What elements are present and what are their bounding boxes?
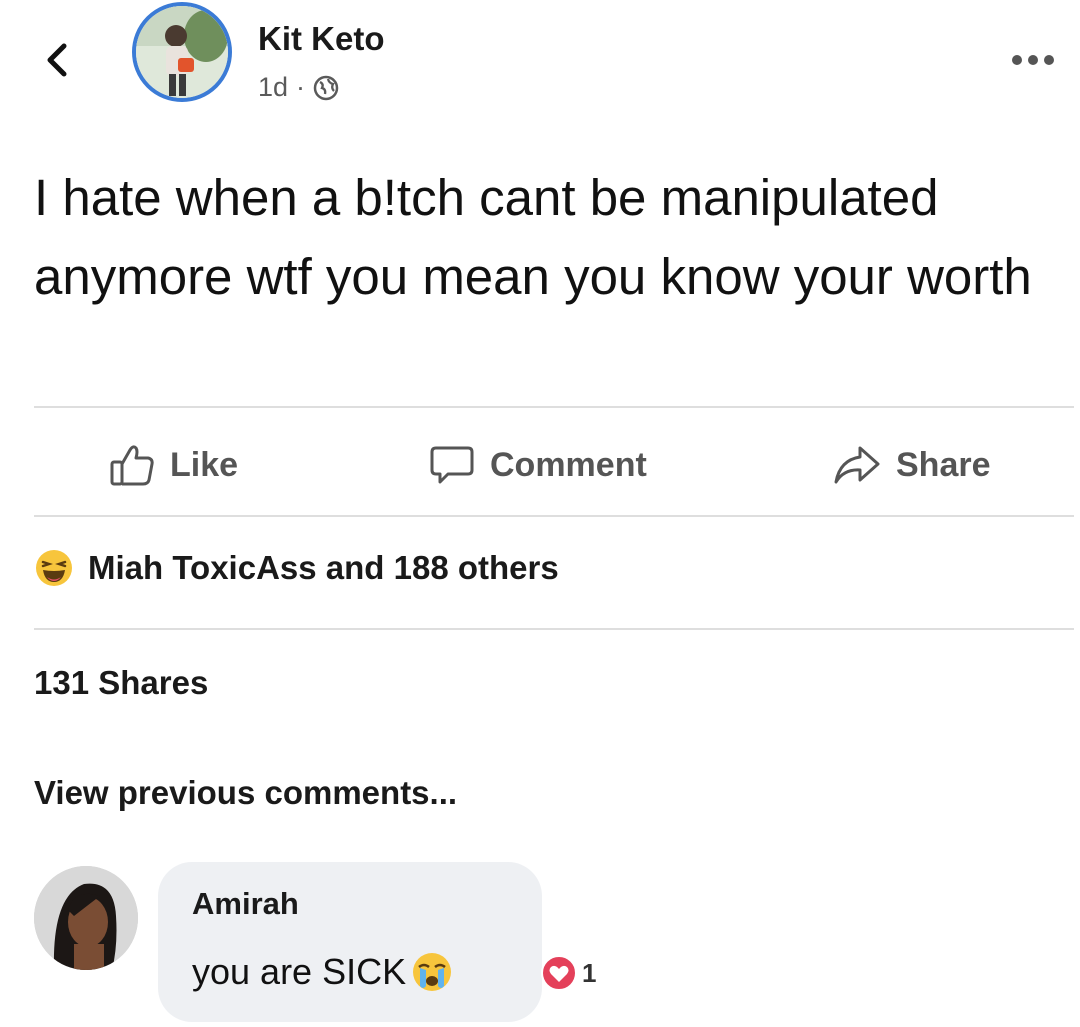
comment-reaction-count: 1 [582,957,597,988]
comment-text-row: you are SICK [192,950,454,994]
commenter-avatar[interactable] [34,866,138,970]
reactions-summary[interactable]: Miah ToxicAss and 188 others [34,548,559,588]
comment-author-name[interactable]: Amirah [192,886,299,922]
more-dot-icon [1012,55,1022,65]
commenter-photo [34,866,138,970]
more-options-button[interactable] [1012,50,1072,70]
comment-button[interactable]: Comment [428,440,647,490]
post-text: I hate when a b!tch cant be manipulated … [34,169,1032,305]
author-avatar[interactable] [132,2,232,102]
divider [34,515,1074,517]
heart-icon [541,955,577,991]
divider [34,406,1074,408]
like-label: Like [170,445,239,484]
post-timestamp[interactable]: 1d [258,72,288,103]
globe-icon [313,75,339,100]
meta-separator: · [296,72,306,102]
divider [34,628,1074,630]
share-button[interactable]: Share [832,440,991,490]
more-dot-icon [1028,55,1038,65]
speech-bubble-icon [430,446,474,484]
back-button[interactable] [38,40,78,80]
view-previous-comments-link[interactable]: View previous comments... [34,774,457,812]
reactions-label: Miah ToxicAss and 188 others [88,549,559,586]
like-button[interactable]: Like [108,440,238,490]
comment-reaction[interactable]: 1 [540,954,596,992]
shares-count[interactable]: 131 Shares [34,664,208,702]
share-arrow-icon [834,446,880,484]
laughing-emoji-icon [36,550,72,586]
thumbs-up-icon [110,445,154,486]
crying-emoji-icon [413,953,452,991]
more-dot-icon [1044,55,1054,65]
comment-text: you are SICK [192,951,407,992]
post-author-name[interactable]: Kit Keto [258,20,385,58]
chevron-left-icon [47,43,67,77]
post-meta: 1d · [258,72,339,103]
author-photo [136,6,228,98]
comment-label: Comment [490,445,647,484]
share-label: Share [896,445,991,484]
